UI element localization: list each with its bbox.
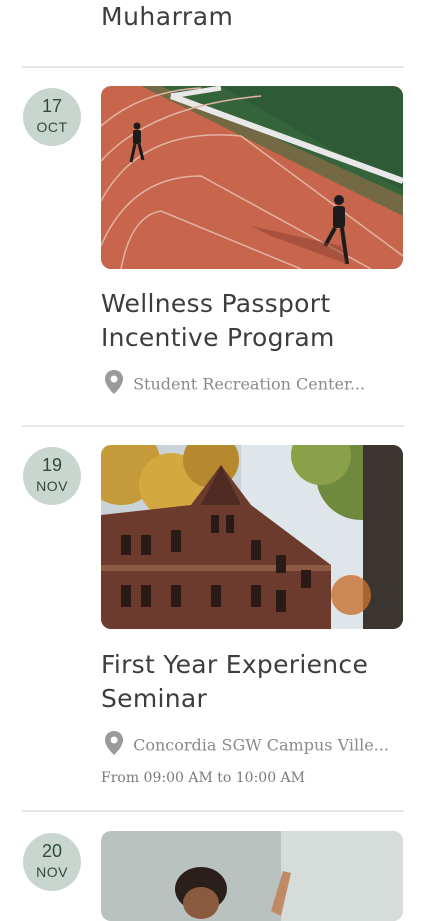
date-month: NOV xyxy=(36,864,68,880)
event-title-line: Seminar xyxy=(101,684,208,713)
divider xyxy=(22,425,404,427)
date-month: NOV xyxy=(36,478,68,494)
running-track-photo[interactable] xyxy=(101,86,403,269)
date-day: 17 xyxy=(41,96,63,116)
date-badge: 19 NOV xyxy=(23,447,81,505)
date-day: 19 xyxy=(41,455,63,475)
event-location-text: Concordia SGW Campus Ville... xyxy=(133,735,389,755)
event-title-line: Wellness Passport xyxy=(101,289,331,318)
campus-building-photo[interactable] xyxy=(101,445,403,629)
date-badge: 17 OCT xyxy=(23,88,81,146)
date-day: 20 xyxy=(41,841,63,861)
event-title[interactable]: Wellness Passport Incentive Program xyxy=(101,287,401,355)
divider xyxy=(22,810,404,812)
event-time: From 09:00 AM to 10:00 AM xyxy=(101,770,305,786)
date-badge: 20 NOV xyxy=(23,833,81,891)
event-title-line: First Year Experience xyxy=(101,650,369,679)
yoga-class-photo[interactable] xyxy=(101,831,403,921)
event-title[interactable]: First Year Experience Seminar xyxy=(101,648,401,716)
location-pin-icon xyxy=(104,369,124,395)
location-pin-icon xyxy=(104,730,124,756)
event-location: Concordia SGW Campus Ville... xyxy=(104,730,404,756)
event-location: Student Recreation Center... xyxy=(104,369,404,395)
divider xyxy=(22,66,404,68)
previous-event-card[interactable]: Muharram xyxy=(0,0,429,68)
previous-event-title: Muharram xyxy=(101,2,234,31)
event-title-line: Incentive Program xyxy=(101,323,335,352)
date-month: OCT xyxy=(36,119,68,135)
event-location-text: Student Recreation Center... xyxy=(133,374,366,394)
